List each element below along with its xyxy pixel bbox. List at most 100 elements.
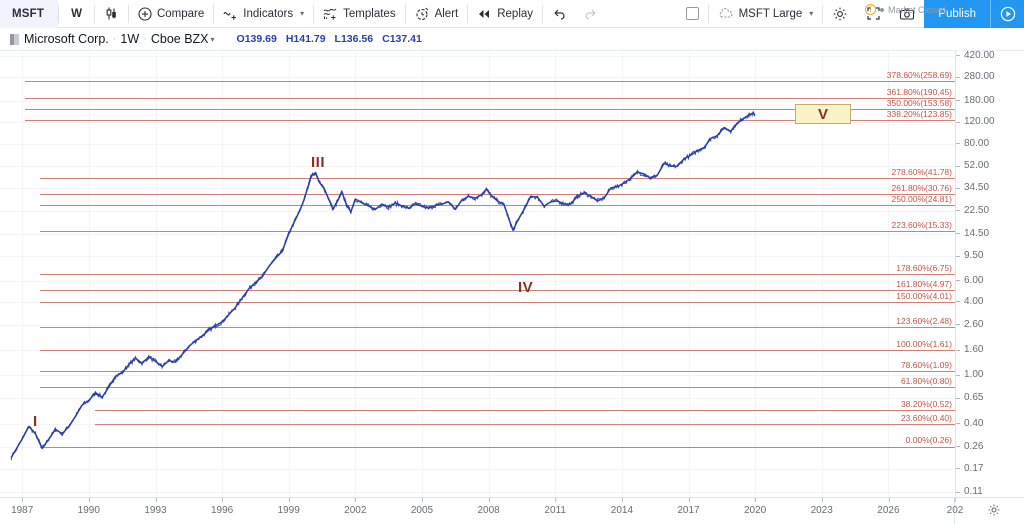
ohlc-low: L136.56 — [334, 33, 374, 45]
chart-style-button[interactable] — [95, 0, 128, 28]
fibonacci-level-label: 378.60%(258.69) — [886, 70, 952, 81]
legend-symbol-name[interactable]: Microsoft Corp. — [24, 32, 109, 46]
price-axis-tick: 0.17 — [956, 463, 983, 474]
price-axis-tick: 120.00 — [956, 116, 995, 127]
fibonacci-level-label: 38.20%(0.52) — [900, 398, 952, 409]
fibonacci-level-label: 223.60%(15.33) — [891, 219, 953, 230]
status-dot-icon — [879, 7, 884, 12]
replay-label: Replay — [497, 7, 534, 20]
price-axis-tick: 4.00 — [956, 296, 983, 307]
layout-name-label: MSFT Large — [738, 7, 803, 20]
price-axis-tick: 6.00 — [956, 275, 983, 286]
gear-icon — [832, 6, 848, 22]
time-axis-tick: 2002 — [344, 498, 366, 516]
alarm-clock-icon — [415, 7, 430, 21]
time-axis-tick: 1996 — [211, 498, 233, 516]
time-axis-tick: 202 — [947, 498, 963, 516]
price-axis-tick: 9.50 — [956, 250, 983, 261]
alert-button[interactable]: Alert — [406, 0, 468, 28]
fibonacci-level-label: 178.60%(6.75) — [896, 263, 952, 274]
fibonacci-level-label: 61.80%(0.80) — [900, 376, 952, 387]
ohlc-values: O139.69 H141.79 L136.56 C137.41 — [237, 33, 422, 45]
templates-icon — [323, 7, 338, 21]
fibonacci-level-label: 278.60%(41.78) — [891, 166, 953, 177]
redo-button[interactable] — [575, 0, 607, 28]
chart-settings-button[interactable] — [823, 0, 857, 28]
chevron-down-icon[interactable]: ▾ — [211, 35, 215, 44]
fibonacci-level-label: 23.60%(0.40) — [900, 412, 952, 423]
compare-label: Compare — [156, 7, 205, 20]
price-axis-tick: 0.11 — [956, 486, 983, 497]
fibonacci-level-label: 161.80%(4.97) — [896, 279, 952, 290]
time-axis-tick: 1990 — [78, 498, 100, 516]
legend-exchange[interactable]: Cboe BZX — [151, 32, 209, 46]
price-axis[interactable]: 420.00 280.00 180.00 120.00 80.00 52.00 34.50 2… — [955, 50, 1024, 497]
time-axis-tick: 1987 — [11, 498, 33, 516]
undo-button[interactable] — [543, 0, 575, 28]
chart-legend-bar: Microsoft Corp. · 1W · Cboe BZX ▾ O139.6… — [0, 28, 1024, 51]
fibonacci-level-label: 0.00%(0.26) — [905, 435, 952, 446]
price-axis-tick: 80.00 — [956, 138, 989, 149]
templates-label: Templates — [343, 7, 396, 20]
templates-button[interactable]: Templates — [314, 0, 404, 28]
symbol-search-button[interactable]: MSFT — [0, 0, 59, 28]
fibonacci-level-label: 123.60%(2.48) — [896, 316, 952, 327]
price-axis-tick: 0.26 — [956, 441, 983, 452]
exchange-flag-icon — [10, 33, 19, 45]
price-axis-tick: 1.60 — [956, 344, 983, 355]
chevron-down-icon: ▾ — [809, 9, 814, 18]
undo-arrow-icon — [552, 8, 566, 20]
play-circle-icon — [1000, 6, 1016, 22]
price-axis-tick: 52.00 — [956, 160, 989, 171]
price-axis-tick: 14.50 — [956, 228, 989, 239]
fibonacci-level-label: 150.00%(4.01) — [896, 290, 952, 301]
fibonacci-level-label: 338.20%(123.85) — [886, 109, 952, 120]
redo-arrow-icon — [584, 8, 598, 20]
alert-label: Alert — [434, 7, 459, 20]
ohlc-open: O139.69 — [236, 33, 277, 45]
fibonacci-level-label: 261.80%(30.76) — [891, 183, 953, 194]
candlestick-style-icon — [104, 6, 119, 21]
time-axis-tick: 2008 — [477, 498, 500, 516]
ohlc-high: H141.79 — [285, 33, 326, 45]
symbol-text: MSFT — [12, 7, 45, 20]
compare-button[interactable]: Compare — [129, 0, 213, 28]
market-status: ! Market Closed — [864, 4, 946, 15]
time-axis-tick: 2017 — [677, 498, 700, 516]
time-axis-tick: 2026 — [877, 498, 900, 516]
price-axis-tick: 280.00 — [956, 71, 995, 82]
plus-circle-icon — [138, 6, 152, 21]
fibonacci-level-label: 350.00%(153.58) — [886, 98, 952, 108]
select-checkbox[interactable] — [677, 0, 708, 28]
tradingview-chart-window: MSFT W Compare Indicators ▾ Templates Al… — [0, 0, 1024, 524]
indicators-button[interactable]: Indicators ▾ — [214, 0, 313, 28]
market-status-label: Market Closed — [887, 4, 946, 15]
price-axis-tick: 22.50 — [956, 205, 989, 216]
checkbox-icon — [685, 7, 699, 20]
time-axis-settings-button[interactable] — [987, 503, 1001, 522]
layout-cloud-icon — [718, 7, 734, 20]
fibonacci-level-label: 250.00%(24.81) — [891, 194, 953, 205]
legend-separator: · — [143, 33, 147, 45]
time-axis-tick: 1999 — [278, 498, 300, 516]
price-axis-tick: 0.40 — [956, 418, 983, 429]
interval-button[interactable]: W — [59, 0, 94, 28]
price-axis-tick: 180.00 — [956, 95, 995, 106]
replay-button[interactable]: Replay — [468, 0, 542, 28]
price-axis-tick: 1.00 — [956, 369, 983, 380]
layout-selector[interactable]: MSFT Large ▾ — [709, 0, 823, 28]
time-axis-tick: 2005 — [411, 498, 433, 516]
interval-text: W — [71, 7, 82, 20]
time-axis-tick: 2014 — [611, 498, 633, 516]
indicators-label: Indicators — [243, 7, 294, 20]
price-axis-tick: 420.00 — [956, 50, 995, 61]
ohlc-close: C137.41 — [382, 33, 422, 45]
legend-interval[interactable]: 1W — [120, 32, 139, 46]
play-button[interactable] — [990, 0, 1024, 28]
price-axis-tick: 34.50 — [956, 182, 989, 193]
time-axis[interactable]: 1987 1990 1993 1996 1999 2002 2005 2008 2011 2014… — [0, 497, 1024, 524]
replay-icon — [477, 8, 492, 20]
warning-circle-icon: ! — [864, 4, 876, 15]
legend-separator: · — [112, 33, 117, 45]
fibonacci-level-label: 78.60%(1.09) — [900, 359, 952, 370]
